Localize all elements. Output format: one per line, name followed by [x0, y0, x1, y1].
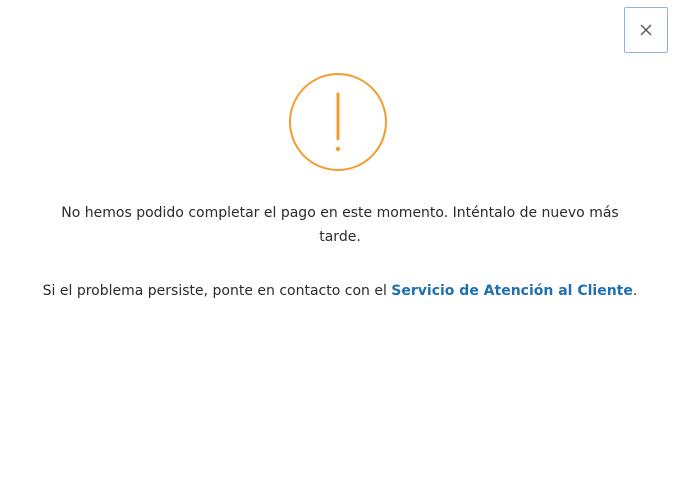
exclamation-circle-icon — [289, 73, 387, 171]
customer-service-link[interactable]: Servicio de Atención al Cliente — [391, 283, 633, 299]
payment-error-dialog: No hemos podido completar el pago en est… — [0, 0, 679, 477]
close-button[interactable] — [624, 7, 668, 53]
contact-prefix: Si el problema persiste, ponte en contac… — [42, 283, 392, 299]
error-message: No hemos podido completar el pago en est… — [61, 205, 619, 245]
contact-suffix: . — [632, 283, 638, 299]
contact-message: Si el problema persiste, ponte en contac… — [40, 279, 640, 303]
close-icon — [640, 24, 652, 36]
